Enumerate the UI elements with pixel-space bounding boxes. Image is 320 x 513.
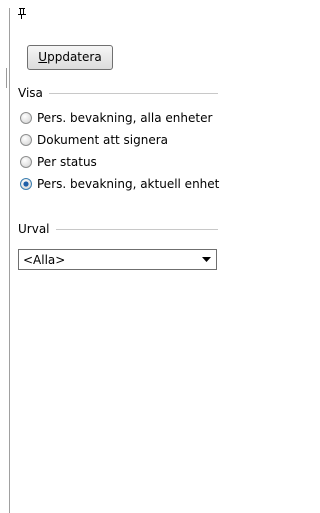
radio-option-label: Pers. bevakning, alla enheter <box>37 111 213 125</box>
radio-option-per-status[interactable]: Per status <box>20 153 97 171</box>
view-group-header: Visa <box>18 85 218 101</box>
side-panel: Uppdatera Visa Pers. bevakning, alla enh… <box>0 0 253 513</box>
pin-icon[interactable] <box>17 7 27 19</box>
view-group-divider <box>48 92 218 94</box>
radio-button-icon[interactable] <box>20 156 32 168</box>
update-button-label-rest: ppdatera <box>47 50 102 64</box>
radio-button-selected-icon[interactable] <box>20 178 32 190</box>
radio-option-label: Dokument att signera <box>37 133 169 147</box>
radio-option-current-unit[interactable]: Pers. bevakning, aktuell enhet <box>20 175 219 193</box>
selection-group-divider <box>55 228 218 230</box>
radio-option-documents-to-sign[interactable]: Dokument att signera <box>20 131 168 149</box>
update-button-label: U <box>38 50 48 64</box>
chevron-down-icon[interactable] <box>196 250 216 269</box>
panel-left-border <box>9 8 10 513</box>
view-group-title: Visa <box>18 86 43 100</box>
update-button[interactable]: Uppdatera <box>27 45 113 70</box>
selection-dropdown[interactable]: <Alla> <box>18 249 217 270</box>
radio-option-label: Per status <box>37 155 97 169</box>
selection-dropdown-value: <Alla> <box>23 252 66 267</box>
radio-option-label: Pers. bevakning, aktuell enhet <box>37 177 220 191</box>
splitter-handle[interactable] <box>6 68 7 88</box>
radio-button-icon[interactable] <box>20 134 32 146</box>
radio-option-all-units[interactable]: Pers. bevakning, alla enheter <box>20 109 212 127</box>
selection-group-title: Urval <box>18 222 50 236</box>
selection-group-header: Urval <box>18 221 218 237</box>
radio-button-icon[interactable] <box>20 112 32 124</box>
